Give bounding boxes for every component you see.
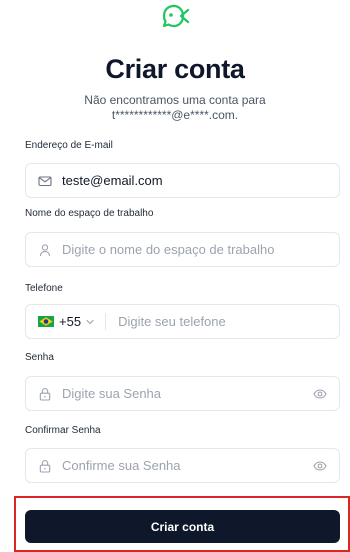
email-field[interactable]: teste@email.com [25,163,340,198]
divider [105,313,107,330]
fish-icon [162,4,190,28]
app-logo [0,2,350,32]
workspace-placeholder: Digite o nome do espaço de trabalho [62,242,275,257]
chevron-down-icon[interactable] [85,317,95,327]
page-title: Criar conta [105,54,245,84]
password-field[interactable]: Digite sua Senha [25,376,340,411]
phone-field[interactable]: +55 Digite seu telefone [25,304,340,339]
password-label: Senha [25,352,54,363]
confirm-password-label: Confirmar Senha [25,425,101,436]
email-label: Endereço de E-mail [25,140,113,151]
mail-icon [38,174,52,188]
lock-icon [38,387,52,401]
page-subtitle: Não encontramos uma conta para t********… [84,93,266,122]
brazil-flag-icon[interactable] [38,316,54,327]
workspace-label: Nome do espaço de trabalho [25,208,154,219]
password-placeholder: Digite sua Senha [62,386,162,401]
eye-icon[interactable] [313,459,327,473]
eye-icon[interactable] [313,387,327,401]
confirm-password-field[interactable]: Confirme sua Senha [25,448,340,483]
lock-icon [38,459,52,473]
confirm-password-placeholder: Confirme sua Senha [62,458,181,473]
phone-placeholder: Digite seu telefone [118,314,226,329]
create-account-button[interactable]: Criar conta [25,510,340,543]
user-icon [38,243,52,257]
email-value: teste@email.com [62,173,163,188]
phone-label: Telefone [25,283,63,294]
workspace-name-field[interactable]: Digite o nome do espaço de trabalho [25,232,340,267]
country-code[interactable]: +55 [59,314,81,329]
